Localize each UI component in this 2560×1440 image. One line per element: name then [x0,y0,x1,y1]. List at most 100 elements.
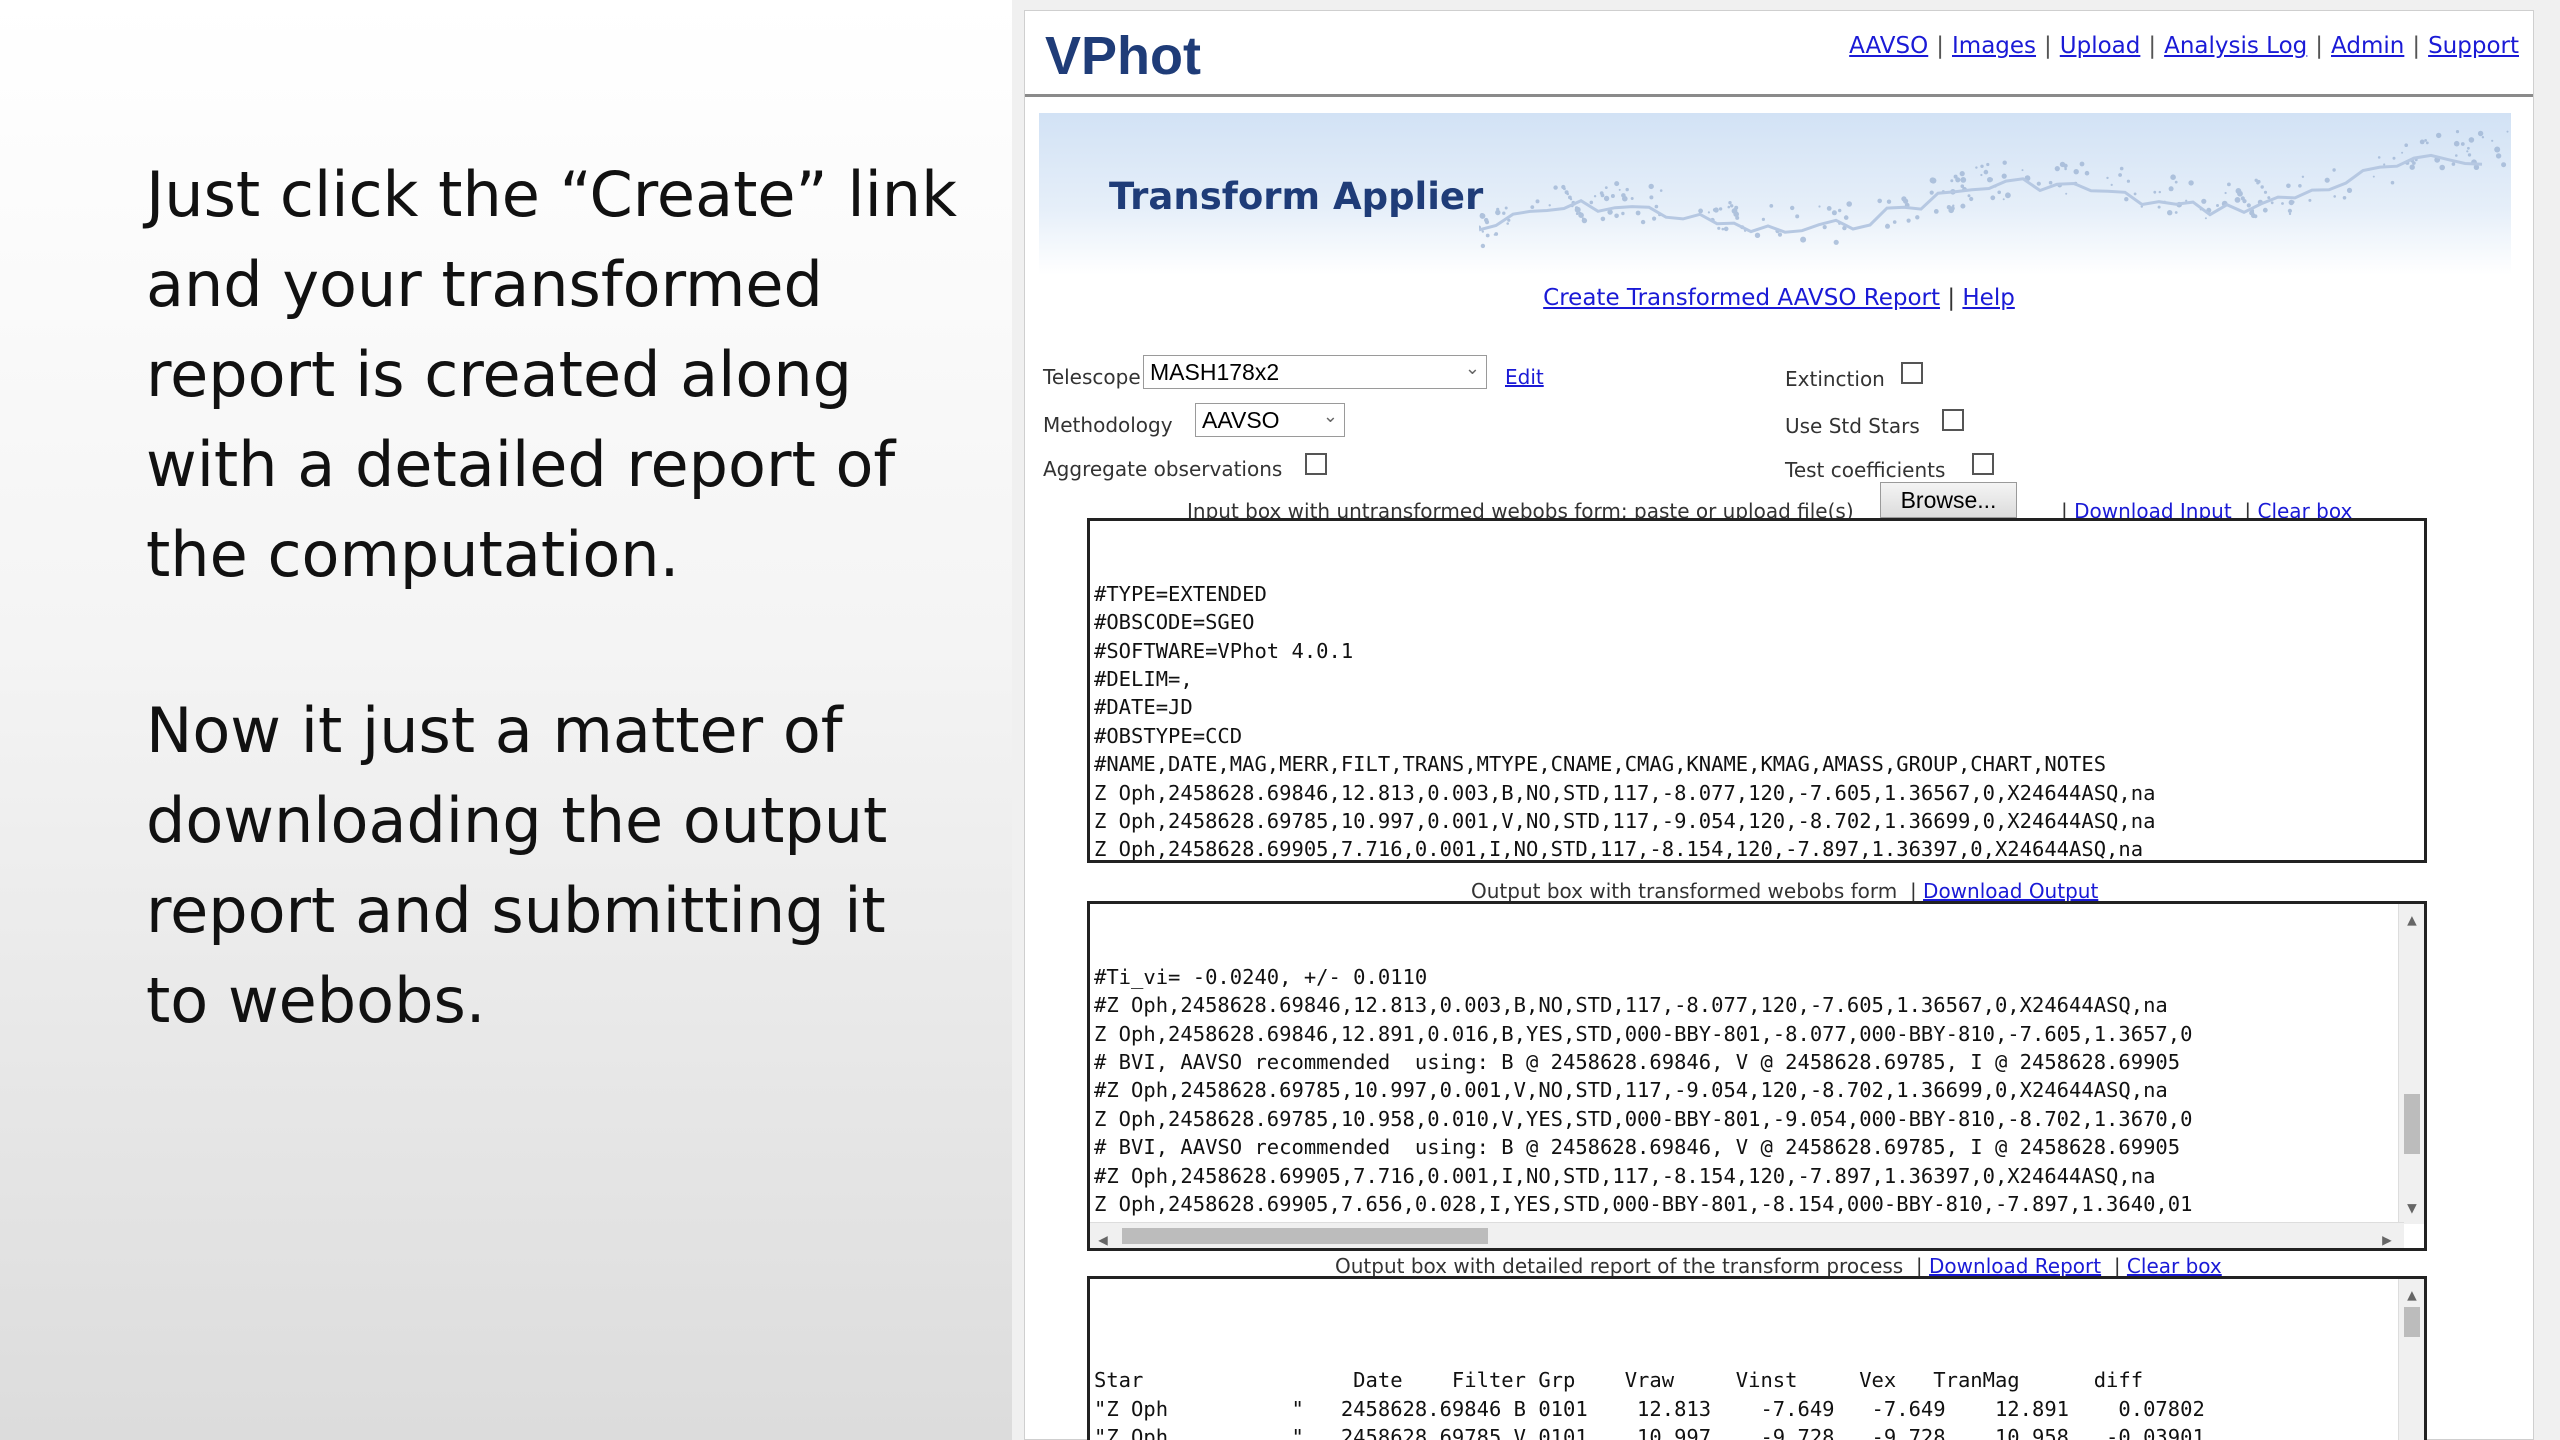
banner-dot [1727,205,1731,209]
browse-button[interactable]: Browse... [1880,482,2017,518]
scroll-up-icon[interactable]: ▲ [2399,1281,2424,1309]
output-horizontal-scrollbar[interactable]: ◀ ▶ [1090,1222,2404,1248]
test-coeff-checkbox[interactable] [1972,453,1994,475]
banner-dot [2481,136,2485,139]
banner-dot [2073,169,2079,175]
banner-dot [1506,222,1509,225]
banner-dot [2002,160,2007,165]
banner-dot [1535,199,1540,204]
banner-dot [2036,181,2041,186]
banner-dot [1988,177,1993,182]
help-link[interactable]: Help [1962,285,2014,311]
report-box-caption-row: Output box with detailed report of the t… [1335,1254,2222,1278]
report-vertical-scrollbar[interactable]: ▲ [2398,1279,2424,1440]
vertical-scroll-thumb[interactable] [2404,1307,2420,1337]
banner-dot [1610,194,1615,198]
banner-dot [1761,217,1765,221]
output-line: Z Oph,2458628.69785,10.958,0.010,V,YES,S… [1094,1106,2193,1131]
banner-dot [1723,226,1729,232]
nav-analysis-log[interactable]: Analysis Log [2164,33,2307,59]
banner-dot [1950,179,1954,183]
horizontal-scroll-thumb[interactable] [1122,1228,1488,1244]
telescope-select[interactable]: MASH178x2 ⌄ [1143,355,1487,389]
vertical-scroll-thumb[interactable] [2404,1094,2420,1154]
banner-dot [1969,196,1974,202]
nav-aavso[interactable]: AAVSO [1849,33,1928,59]
report-textarea[interactable]: Star Date Filter Grp Vraw Vinst Vex Tran… [1087,1276,2427,1440]
banner-dot [1654,204,1659,209]
banner-dot [1659,189,1663,192]
download-report-link[interactable]: Download Report [1929,1254,2101,1278]
scroll-left-icon[interactable]: ◀ [1090,1226,1116,1248]
std-stars-label: Use Std Stars [1785,414,1920,438]
scroll-right-icon[interactable]: ▶ [2374,1226,2400,1248]
banner-dot [2401,151,2404,154]
banner-dot [2425,141,2429,145]
banner-dot [2174,180,2178,184]
nav-admin[interactable]: Admin [2331,33,2404,59]
banner-dot [1603,195,1610,202]
banner-dot [2106,176,2109,180]
output-line: #Ti_vi= -0.0240, +/- 0.0110 [1094,964,1428,989]
telescope-edit-link[interactable]: Edit [1505,365,1544,389]
banner-dot [1903,198,1909,204]
banner-dot [1563,187,1566,191]
banner-dot [2204,217,2207,220]
banner-dot [2126,179,2130,183]
banner-dot [1733,211,1739,217]
banner-dot [2267,196,2271,200]
banner-dot [2224,191,2227,195]
banner-dot [1990,195,1996,201]
input-line: #OBSCODE=SGEO [1094,610,1255,635]
banner-dot [1822,225,1827,230]
report-line [1094,1338,2420,1366]
banner-dot [2390,180,2395,185]
vphot-logo[interactable]: VPhot [1045,25,1201,87]
banner-dot [1698,208,1703,214]
aggregate-checkbox[interactable] [1305,453,1327,475]
banner-dot [2234,197,2241,203]
banner-dot [1769,204,1774,208]
output-line: Z Oph,2458628.69905,7.656,0.028,I,YES,ST… [1094,1192,2193,1217]
extinction-checkbox[interactable] [1901,362,1923,384]
output-line: #Z Oph,2458628.69905,7.716,0.001,I,NO,ST… [1094,1163,2156,1188]
std-stars-checkbox[interactable] [1942,409,1964,431]
banner-dot [2288,212,2292,216]
banner-dot [2168,186,2174,192]
banner-dot [2298,184,2302,188]
banner-dot [2301,175,2305,178]
nav-separator: | [2412,33,2421,59]
extinction-label: Extinction [1785,367,1885,391]
banner-dot [1649,195,1654,200]
banner-dot [2506,130,2509,133]
download-output-link[interactable]: Download Output [1923,879,2098,903]
nav-upload[interactable]: Upload [2060,33,2141,59]
banner-dot [2460,142,2465,146]
banner-dot [2409,164,2415,170]
input-line: #DELIM=, [1094,667,1193,692]
report-lines: Star Date Filter Grp Vraw Vinst Vex Tran… [1094,1338,2420,1440]
scroll-up-icon[interactable]: ▲ [2399,906,2424,934]
nav-support[interactable]: Support [2428,33,2519,59]
banner-dot [2110,183,2113,186]
methodology-value: AAVSO [1202,407,1280,433]
banner-dot [1652,216,1657,221]
telescope-value: MASH178x2 [1150,359,1280,385]
create-report-link[interactable]: Create Transformed AAVSO Report [1543,285,1940,311]
chevron-down-icon: ⌄ [1322,406,1338,426]
output-vertical-scrollbar[interactable]: ▲ ▼ [2398,904,2424,1224]
banner-dot [1618,188,1621,191]
clear-report-link[interactable]: Clear box [2127,1254,2222,1278]
banner-dot [2059,161,2066,168]
banner-dot [1581,217,1588,224]
nav-images[interactable]: Images [1952,33,2036,59]
banner-dot [1589,200,1594,205]
output-textarea[interactable]: #Ti_vi= -0.0240, +/- 0.0110 #Z Oph,245862… [1087,901,2427,1251]
input-lines: #TYPE=EXTENDED #OBSCODE=SGEO #SOFTWARE=VPh… [1094,580,2420,860]
banner-dot [1885,223,1890,229]
scroll-down-icon[interactable]: ▼ [2399,1194,2424,1222]
banner-dot [2079,161,2085,167]
methodology-select[interactable]: AAVSO ⌄ [1195,403,1345,437]
input-textarea[interactable]: #TYPE=EXTENDED #OBSCODE=SGEO #SOFTWARE=VPh… [1087,518,2427,863]
banner-dot [2048,180,2053,185]
